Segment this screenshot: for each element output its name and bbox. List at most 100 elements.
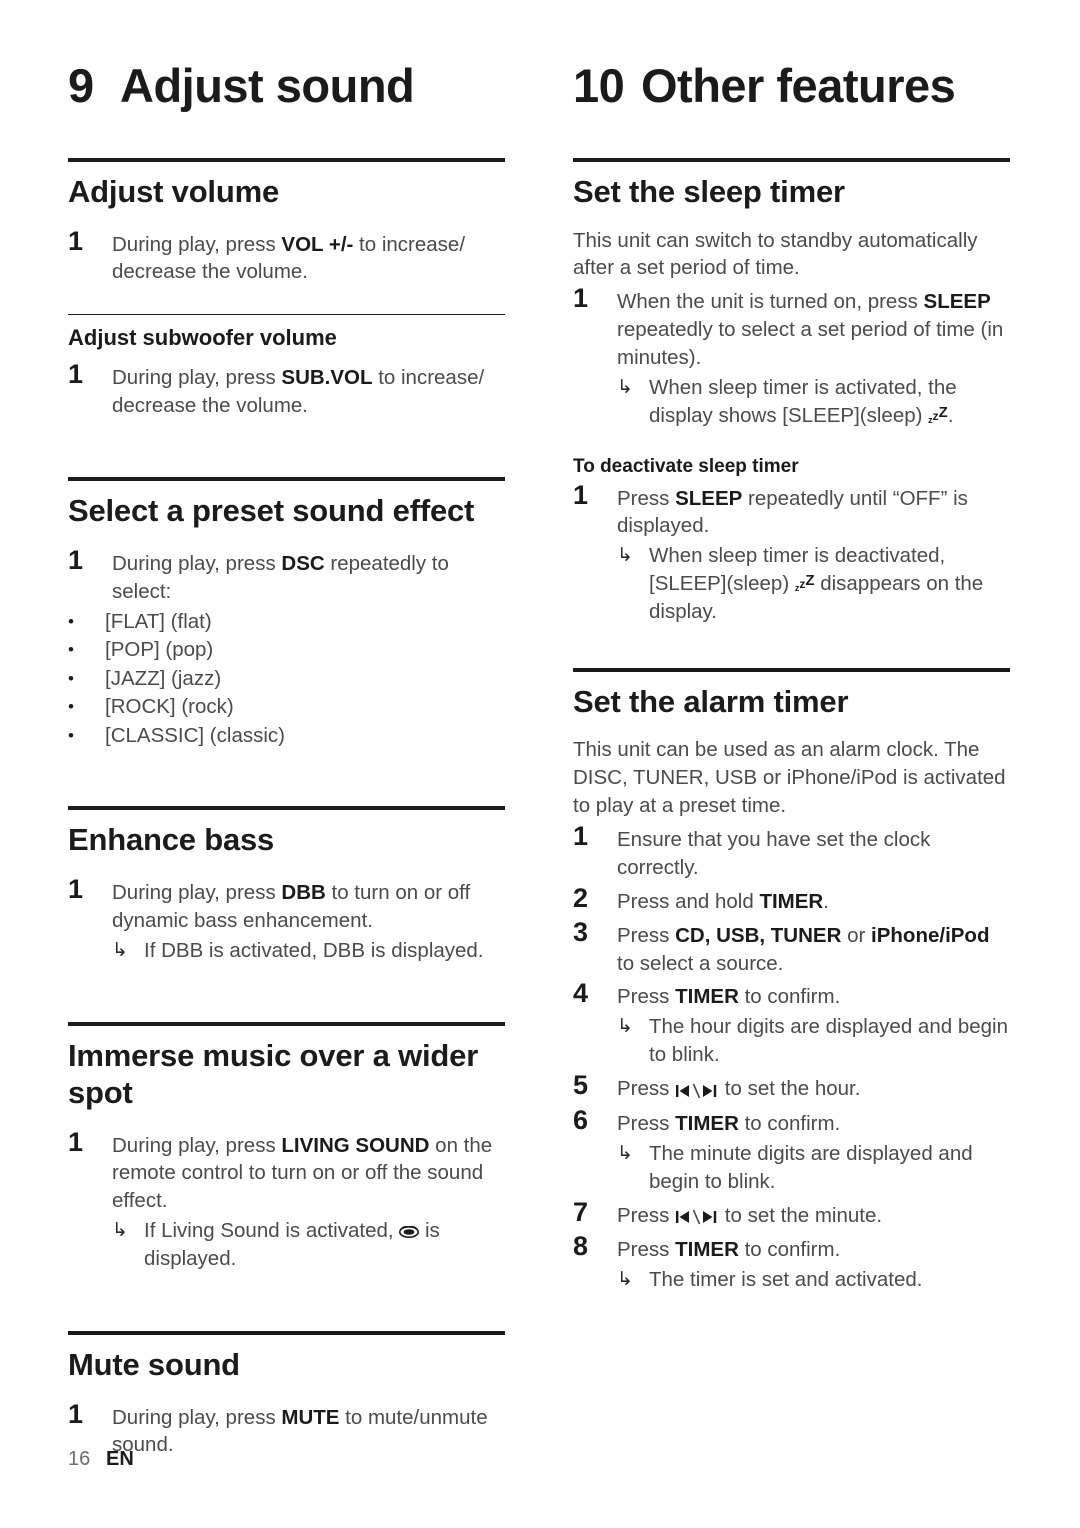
result-note: ↳ When sleep timer is activated, the dis… xyxy=(617,374,1010,430)
sleep-timer-intro: This unit can switch to standby automati… xyxy=(573,228,978,280)
keyword-dbb: DBB xyxy=(281,880,326,904)
subheading-deactivate-sleep-timer: To deactivate sleep timer xyxy=(573,455,799,477)
keyword-timer: TIMER xyxy=(675,1111,739,1135)
left-column: 9 Adjust sound Adjust volume 1 During pl… xyxy=(68,62,505,1461)
keyword-sleep: SLEEP xyxy=(923,290,991,314)
step-item: 1 During play, press VOL +/- to increase… xyxy=(68,225,505,287)
step-text: When the unit is turned on, press SLEEP … xyxy=(617,290,1004,370)
step-number: 4 xyxy=(573,978,589,1009)
step-number: 1 xyxy=(573,283,589,314)
list-item: • [FLAT] (flat) xyxy=(68,608,505,636)
step-item: 1 During play, press SUB.VOL to increase… xyxy=(68,358,505,420)
step-item: 4 Press TIMER to confirm. xyxy=(573,979,1010,1011)
section-heading-preset-sound-effect: Select a preset sound effect xyxy=(68,493,475,529)
list-item-label: [POP] (pop) xyxy=(105,638,214,662)
chapter-heading-right: 10 Other features xyxy=(573,62,1010,158)
step-item: 1 During play, press LIVING SOUND on the… xyxy=(68,1126,505,1216)
preset-sound-effect-list: • [FLAT] (flat) • [POP] (pop) • [JAZZ] (jaz… xyxy=(68,608,505,750)
step-item: 1 During play, press DSC repeatedly to s… xyxy=(68,546,505,606)
section-heading-mute-sound: Mute sound xyxy=(68,1346,240,1382)
result-note: ↳ If DBB is activated, DBB is displayed. xyxy=(112,937,505,965)
step-item: 3 Press CD, USB, TUNER or iPhone/iPod to… xyxy=(573,916,1010,978)
chapter-title: Adjust sound xyxy=(120,59,415,112)
result-arrow-icon: ↳ xyxy=(617,1142,633,1164)
result-note-text: When sleep timer is deactivated, [SLEEP]… xyxy=(649,544,984,623)
result-note-text: If Living Sound is activated, is display… xyxy=(144,1218,440,1271)
keyword-dsc: DSC xyxy=(281,552,325,576)
result-arrow-icon: ↳ xyxy=(112,1220,128,1242)
keyword-sources: CD, USB, TUNER xyxy=(675,923,842,947)
step-number: 3 xyxy=(573,916,589,947)
result-arrow-icon: ↳ xyxy=(112,939,128,961)
step-text: Press TIMER to confirm. xyxy=(617,985,841,1009)
section-rule xyxy=(68,1022,505,1027)
step-number: 5 xyxy=(573,1070,589,1101)
step-number: 1 xyxy=(68,873,84,904)
step-item: 5 Press to set the hour. xyxy=(573,1071,1010,1104)
page-footer: 16 EN xyxy=(68,1448,134,1471)
result-note-text: The hour digits are displayed and begin … xyxy=(649,1015,1008,1067)
keyword-sleep: SLEEP xyxy=(675,486,743,510)
sleep-zzz-icon: zzZ xyxy=(794,572,815,594)
result-note: ↳ When sleep timer is deactivated, [SLEE… xyxy=(617,542,1010,626)
step-item: 2 Press and hold TIMER. xyxy=(573,882,1010,916)
result-arrow-icon: ↳ xyxy=(617,1269,633,1291)
step-number: 1 xyxy=(68,225,84,256)
step-item: 1 Ensure that you have set the clock cor… xyxy=(573,822,1010,882)
subheading-adjust-subwoofer-volume: Adjust subwoofer volume xyxy=(68,325,337,351)
section-rule xyxy=(68,1330,505,1335)
bullet-icon: • xyxy=(68,640,74,660)
section-heading-adjust-volume: Adjust volume xyxy=(68,174,279,209)
result-note-text: When sleep timer is activated, the displ… xyxy=(649,374,1010,430)
subsection-rule xyxy=(68,314,505,316)
keyword-iphone-ipod: iPhone/iPod xyxy=(871,923,990,947)
step-text: During play, press MUTE to mute/unmute s… xyxy=(112,1405,488,1457)
step-text: During play, press VOL +/- to increase/ … xyxy=(112,232,466,284)
list-item-label: [ROCK] (rock) xyxy=(105,695,234,719)
step-text: Press and hold TIMER. xyxy=(617,889,829,913)
step-number: 1 xyxy=(573,479,589,510)
page-number: 16 xyxy=(68,1448,91,1470)
step-number: 8 xyxy=(573,1231,589,1262)
step-item: 6 Press TIMER to confirm. xyxy=(573,1106,1010,1138)
step-text: Press to set the minute. xyxy=(617,1198,1010,1231)
skip-prev-next-icon xyxy=(675,1076,719,1104)
result-arrow-icon: ↳ xyxy=(617,376,633,398)
step-number: 1 xyxy=(68,1126,84,1157)
result-arrow-icon: ↳ xyxy=(617,1016,633,1038)
section-rule xyxy=(68,806,505,811)
keyword-timer: TIMER xyxy=(675,1238,739,1262)
bullet-icon: • xyxy=(68,725,74,745)
result-note: ↳ If Living Sound is activated, is displ… xyxy=(112,1217,505,1273)
alarm-timer-intro: This unit can be used as an alarm clock.… xyxy=(573,738,1006,818)
step-text: During play, press DSC repeatedly to sel… xyxy=(112,552,449,603)
result-note-text: If DBB is activated, DBB is displayed. xyxy=(144,938,484,962)
manual-page: 9 Adjust sound Adjust volume 1 During pl… xyxy=(0,0,1080,1528)
step-text: Press to set the hour. xyxy=(617,1071,1010,1104)
list-item-label: [JAZZ] (jazz) xyxy=(105,666,222,690)
step-item: 1 Press SLEEP repeatedly until “OFF” is … xyxy=(573,479,1010,541)
list-item: • [ROCK] (rock) xyxy=(68,693,505,721)
section-rule xyxy=(68,477,505,482)
sleep-zzz-icon: zzZ xyxy=(928,403,948,425)
step-number: 2 xyxy=(573,882,589,913)
keyword-living-sound: LIVING SOUND xyxy=(281,1133,430,1157)
section-rule xyxy=(573,158,1010,162)
step-text: Press SLEEP repeatedly until “OFF” is di… xyxy=(617,486,968,538)
step-text: During play, press SUB.VOL to increase/ … xyxy=(112,365,485,417)
chapter-number: 10 xyxy=(573,59,625,112)
keyword-vol: VOL +/- xyxy=(281,232,354,256)
result-note: ↳ The hour digits are displayed and begi… xyxy=(617,1013,1010,1069)
step-number: 1 xyxy=(68,358,84,389)
chapter-number: 9 xyxy=(68,59,94,112)
step-number: 7 xyxy=(573,1196,589,1227)
list-item: • [POP] (pop) xyxy=(68,636,505,664)
bullet-icon: • xyxy=(68,611,74,631)
step-number: 1 xyxy=(68,1398,84,1429)
step-text: Press CD, USB, TUNER or iPhone/iPod to s… xyxy=(617,923,990,975)
living-sound-icon xyxy=(399,1218,420,1239)
result-note-text: The minute digits are displayed and begi… xyxy=(649,1141,973,1193)
step-item: 8 Press TIMER to confirm. xyxy=(573,1232,1010,1264)
step-text: Press TIMER to confirm. xyxy=(617,1238,841,1262)
step-number: 1 xyxy=(573,821,589,852)
